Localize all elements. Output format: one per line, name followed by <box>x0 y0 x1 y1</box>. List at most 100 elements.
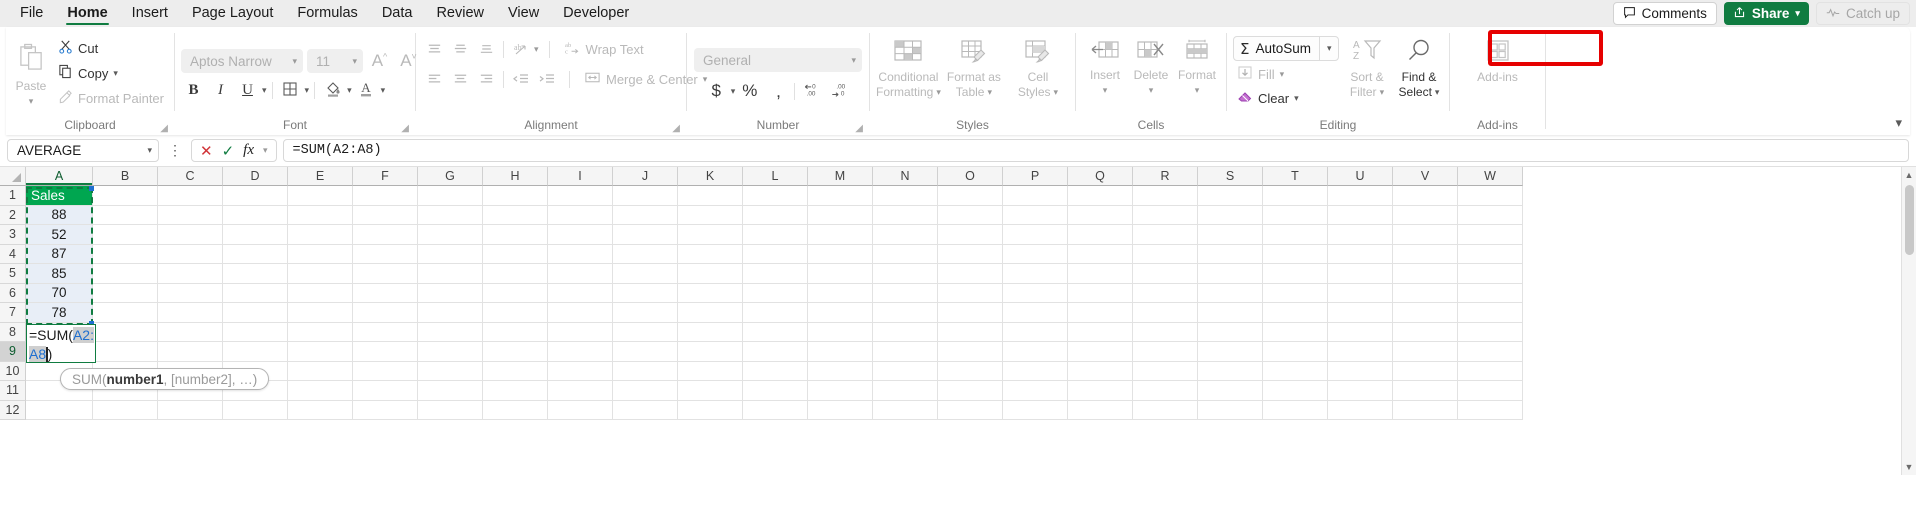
formula-input[interactable]: =SUM(A2:A8) <box>282 139 1909 162</box>
cell-I4[interactable] <box>548 244 613 264</box>
cell-U2[interactable] <box>1328 205 1393 225</box>
cell-B2[interactable] <box>93 205 158 225</box>
cell-P4[interactable] <box>1003 244 1068 264</box>
cell-F11[interactable] <box>353 381 418 401</box>
cell-D8[interactable] <box>223 322 288 342</box>
cell-E3[interactable] <box>288 225 353 245</box>
cell-W9[interactable] <box>1458 342 1523 362</box>
cell-L9[interactable] <box>743 342 808 362</box>
cell-M10[interactable] <box>808 361 873 381</box>
cell-N3[interactable] <box>873 225 938 245</box>
column-header-g[interactable]: G <box>418 167 483 186</box>
tab-formulas[interactable]: Formulas <box>285 0 369 27</box>
cell-O2[interactable] <box>938 205 1003 225</box>
column-header-r[interactable]: R <box>1133 167 1198 186</box>
cell-V6[interactable] <box>1393 283 1458 303</box>
cut-button[interactable]: Cut <box>54 37 168 59</box>
cell-B8[interactable] <box>93 322 158 342</box>
cell-C12[interactable] <box>158 400 223 420</box>
cell-V8[interactable] <box>1393 322 1458 342</box>
align-top-button[interactable] <box>422 37 447 61</box>
cell-B3[interactable] <box>93 225 158 245</box>
column-header-j[interactable]: J <box>613 167 678 186</box>
number-dialog-launcher[interactable]: ◢ <box>855 119 863 135</box>
autosum-button[interactable]: Σ AutoSum ▾ <box>1233 36 1339 61</box>
delete-cells-button[interactable]: Delete ▾ <box>1128 35 1174 97</box>
cell-G4[interactable] <box>418 244 483 264</box>
cell-P11[interactable] <box>1003 381 1068 401</box>
cell-T12[interactable] <box>1263 400 1328 420</box>
font-dialog-launcher[interactable]: ◢ <box>401 119 409 135</box>
font-color-chevron-down-icon[interactable]: ▾ <box>381 85 386 96</box>
orientation-chevron-down-icon[interactable]: ▾ <box>534 44 539 55</box>
cell-J2[interactable] <box>613 205 678 225</box>
cell-M4[interactable] <box>808 244 873 264</box>
addins-button[interactable]: Add-ins <box>1463 35 1533 84</box>
cell-F8[interactable] <box>353 322 418 342</box>
cell-J11[interactable] <box>613 381 678 401</box>
cell-M8[interactable] <box>808 322 873 342</box>
cell-L8[interactable] <box>743 322 808 342</box>
cell-V3[interactable] <box>1393 225 1458 245</box>
cell-L4[interactable] <box>743 244 808 264</box>
cell-K1[interactable] <box>678 186 743 206</box>
cell-I10[interactable] <box>548 361 613 381</box>
row-header[interactable]: 6 <box>0 283 26 303</box>
clear-button[interactable]: Clear ▾ <box>1233 87 1339 109</box>
cell-G9[interactable] <box>418 342 483 362</box>
cell-R5[interactable] <box>1133 264 1198 284</box>
scroll-down-arrow-icon[interactable]: ▼ <box>1905 459 1914 475</box>
cell-U4[interactable] <box>1328 244 1393 264</box>
cell-K6[interactable] <box>678 283 743 303</box>
cell-A5[interactable]: 85 <box>26 264 93 284</box>
cell-S4[interactable] <box>1198 244 1263 264</box>
cell-V11[interactable] <box>1393 381 1458 401</box>
row-header-active[interactable]: 9 <box>0 342 26 362</box>
row-header[interactable]: 3 <box>0 225 26 245</box>
tab-review[interactable]: Review <box>424 0 496 27</box>
cell-N2[interactable] <box>873 205 938 225</box>
increase-indent-button[interactable] <box>534 67 559 91</box>
borders-button[interactable] <box>278 78 303 102</box>
cell-Q8[interactable] <box>1068 322 1133 342</box>
cell-L11[interactable] <box>743 381 808 401</box>
cell-M3[interactable] <box>808 225 873 245</box>
cell-M12[interactable] <box>808 400 873 420</box>
cell-K7[interactable] <box>678 303 743 323</box>
cell-T9[interactable] <box>1263 342 1328 362</box>
cell-A4[interactable]: 87 <box>26 244 93 264</box>
cell-H6[interactable] <box>483 283 548 303</box>
row-header[interactable]: 10 <box>0 361 26 381</box>
cell-H7[interactable] <box>483 303 548 323</box>
cell-E8[interactable] <box>288 322 353 342</box>
column-header-p[interactable]: P <box>1003 167 1068 186</box>
align-right-button[interactable] <box>474 67 499 91</box>
cell-S12[interactable] <box>1198 400 1263 420</box>
cell-O11[interactable] <box>938 381 1003 401</box>
cell-R7[interactable] <box>1133 303 1198 323</box>
cell-M1[interactable] <box>808 186 873 206</box>
column-header-a[interactable]: A <box>26 167 93 186</box>
formula-bar-more-button[interactable]: ⋮ <box>165 142 185 159</box>
row-header[interactable]: 7 <box>0 303 26 323</box>
column-header-t[interactable]: T <box>1263 167 1328 186</box>
format-as-table-button[interactable]: Format as Table ▾ <box>943 35 1005 99</box>
cell-A12[interactable] <box>26 400 93 420</box>
column-header-d[interactable]: D <box>223 167 288 186</box>
cell-S6[interactable] <box>1198 283 1263 303</box>
cell-E5[interactable] <box>288 264 353 284</box>
comma-format-button[interactable]: ‚ <box>764 79 789 103</box>
cell-V9[interactable] <box>1393 342 1458 362</box>
cell-O10[interactable] <box>938 361 1003 381</box>
borders-chevron-down-icon[interactable]: ▾ <box>305 85 310 96</box>
cell-C4[interactable] <box>158 244 223 264</box>
cell-O12[interactable] <box>938 400 1003 420</box>
cell-U1[interactable] <box>1328 186 1393 206</box>
cell-N6[interactable] <box>873 283 938 303</box>
cell-T6[interactable] <box>1263 283 1328 303</box>
find-select-button[interactable]: Find & Select ▾ <box>1395 34 1443 99</box>
underline-chevron-down-icon[interactable]: ▾ <box>262 85 267 96</box>
cell-A6[interactable]: 70 <box>26 283 93 303</box>
cell-R4[interactable] <box>1133 244 1198 264</box>
share-button[interactable]: Share ▾ <box>1723 2 1809 25</box>
